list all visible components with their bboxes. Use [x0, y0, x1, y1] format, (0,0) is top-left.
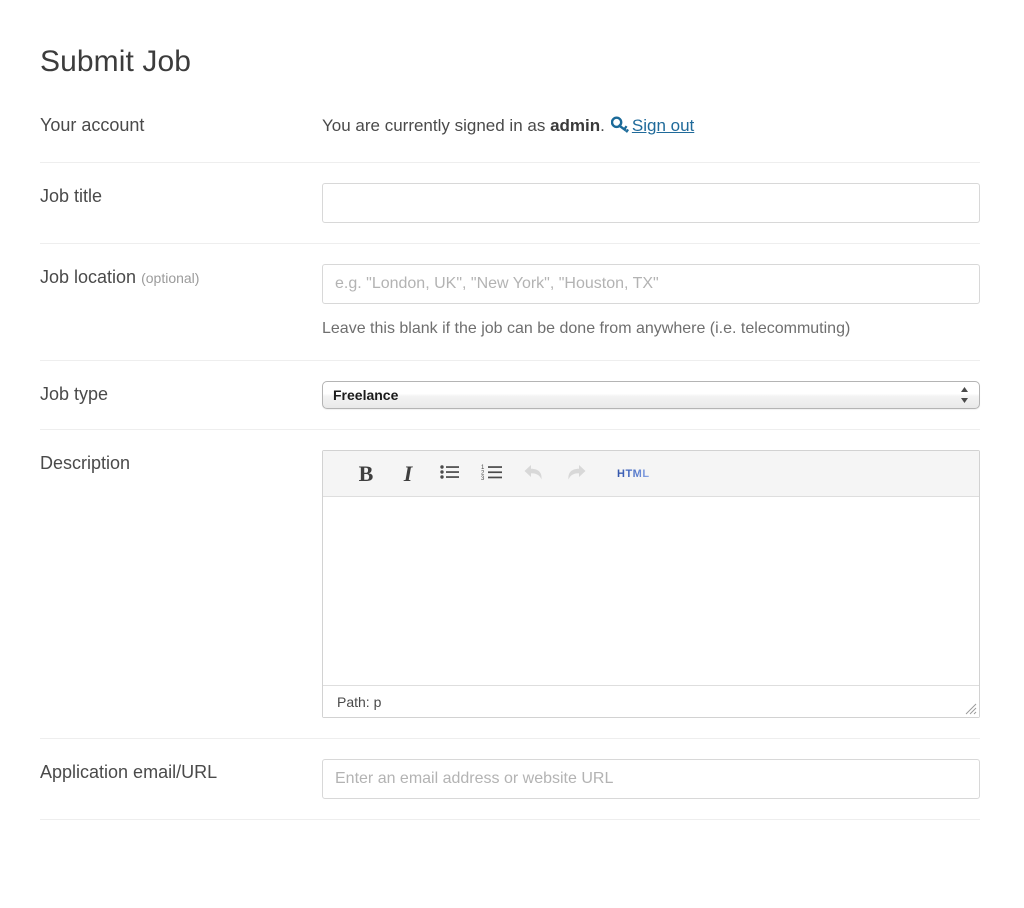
rich-text-editor: B I 1 2 3 HTML Path: p	[322, 450, 980, 718]
italic-button[interactable]: I	[387, 457, 429, 491]
editor-content-area[interactable]	[323, 497, 979, 685]
job-type-select[interactable]: Freelance	[322, 381, 980, 409]
sign-out-link[interactable]: Sign out	[632, 116, 694, 135]
job-type-select-wrap: Freelance	[322, 381, 980, 409]
submit-job-page: Submit Job Your account You are currentl…	[0, 0, 1024, 908]
field-job-location: Leave this blank if the job can be done …	[322, 264, 980, 340]
key-icon	[610, 116, 629, 142]
undo-button[interactable]	[513, 457, 555, 491]
account-username: admin	[550, 116, 601, 135]
numbered-list-icon: 1 2 3	[481, 464, 503, 483]
label-job-location-text: Job location	[40, 267, 137, 287]
field-your-account: You are currently signed in as admin. Sig…	[322, 112, 980, 142]
editor-toolbar: B I 1 2 3 HTML	[323, 451, 979, 497]
account-status-text: You are currently signed in as admin. Sig…	[322, 112, 980, 142]
form-bottom-divider	[40, 819, 980, 820]
application-email-url-input[interactable]	[322, 759, 980, 799]
fieldset-job-location: Job location (optional) Leave this blank…	[40, 243, 980, 360]
field-job-type: Freelance	[322, 381, 980, 409]
submit-job-form: Your account You are currently signed in…	[40, 92, 980, 820]
svg-text:3: 3	[481, 476, 485, 480]
field-description: B I 1 2 3 HTML Path: p	[322, 450, 980, 718]
fieldset-your-account: Your account You are currently signed in…	[40, 92, 980, 162]
job-title-input[interactable]	[322, 183, 980, 223]
account-text-before: You are currently signed in as	[322, 116, 551, 135]
fieldset-application-email-url: Application email/URL	[40, 738, 980, 819]
bullet-list-button[interactable]	[429, 457, 471, 491]
label-application-email-url: Application email/URL	[40, 762, 218, 782]
redo-button[interactable]	[555, 457, 597, 491]
page-title: Submit Job	[40, 45, 192, 79]
label-description: Description	[40, 453, 131, 473]
bullet-list-icon	[440, 464, 460, 483]
job-location-input[interactable]	[322, 264, 980, 304]
account-text-after: .	[600, 116, 605, 135]
numbered-list-button[interactable]: 1 2 3	[471, 457, 513, 491]
editor-path-text: Path: p	[337, 693, 382, 710]
redo-icon	[564, 461, 588, 486]
label-job-type: Job type	[40, 384, 109, 404]
undo-icon	[522, 461, 546, 486]
label-job-location-optional: (optional)	[141, 270, 200, 286]
label-job-location: Job location (optional)	[40, 264, 310, 291]
fieldset-description: Description B I 1 2 3 HTML Path: p	[40, 429, 980, 738]
job-location-help-text: Leave this blank if the job can be done …	[322, 320, 851, 337]
label-your-account: Your account	[40, 115, 145, 135]
html-button[interactable]: HTML	[617, 457, 650, 491]
fieldset-job-title: Job title	[40, 162, 980, 243]
label-job-title: Job title	[40, 186, 103, 206]
field-job-title	[322, 183, 980, 223]
field-application-email-url	[322, 759, 980, 799]
editor-path-bar: Path: p	[323, 685, 979, 717]
fieldset-job-type: Job type Freelance	[40, 360, 980, 429]
bold-button[interactable]: B	[345, 457, 387, 491]
resize-handle-icon[interactable]	[963, 701, 977, 715]
